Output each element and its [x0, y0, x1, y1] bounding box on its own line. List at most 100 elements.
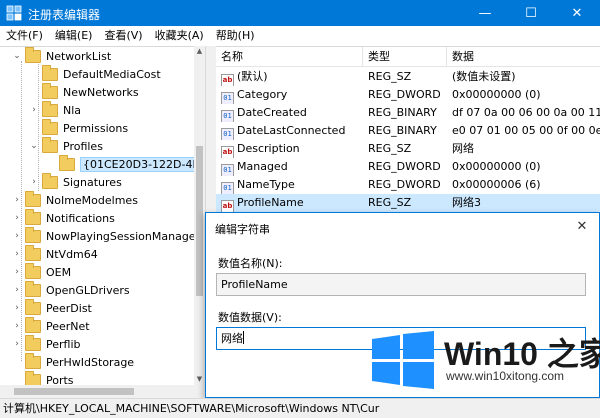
- site-watermark: Win10 之家 www.win10xitong.com: [362, 325, 600, 398]
- window-title: 注册表编辑器: [28, 8, 101, 22]
- chevron-right-icon[interactable]: ›: [12, 195, 22, 205]
- value-data-text: 网络: [221, 332, 243, 345]
- value-name: Category: [237, 88, 288, 101]
- binary-value-icon: 01: [221, 128, 234, 140]
- tree-item-peernet[interactable]: › PeerNet: [12, 316, 90, 335]
- value-row[interactable]: ab (默认) REG_SZ (数值未设置): [216, 68, 600, 86]
- chevron-down-icon[interactable]: ⌄: [29, 141, 39, 151]
- chevron-right-icon[interactable]: ›: [12, 267, 22, 277]
- chevron-right-icon[interactable]: ›: [12, 231, 22, 241]
- menu-file[interactable]: 文件(F): [0, 26, 49, 46]
- value-name: Description: [237, 142, 300, 155]
- folder-icon: [25, 226, 41, 243]
- chevron-right-icon[interactable]: ›: [12, 249, 22, 259]
- tree-item-perhwidstorage[interactable]: PerHwIdStorage: [12, 352, 134, 371]
- tree-item-nla[interactable]: › Nla: [29, 100, 81, 119]
- tree-item-label: {01CE20D3-122D-4EF0-: [80, 156, 205, 172]
- tree-item-label: NowPlayingSessionManager: [46, 229, 201, 243]
- maximize-button[interactable]: ☐: [508, 0, 554, 26]
- folder-icon: [42, 136, 58, 153]
- value-type: REG_DWORD: [368, 88, 441, 101]
- tree-item-oem[interactable]: › OEM: [12, 262, 72, 281]
- menu-help[interactable]: 帮助(H): [210, 26, 261, 46]
- value-row[interactable]: 01 Category REG_DWORD 0x00000000 (0): [216, 86, 600, 104]
- value-row[interactable]: 01 Managed REG_DWORD 0x00000000 (0): [216, 158, 600, 176]
- text-caret: [243, 331, 244, 344]
- registry-editor-icon: [6, 5, 22, 21]
- chevron-down-icon[interactable]: ⌄: [12, 51, 22, 61]
- scroll-up-icon[interactable]: ▲: [194, 46, 205, 57]
- menu-view[interactable]: 查看(V): [98, 26, 148, 46]
- folder-icon: [42, 82, 58, 99]
- tree-item-ntvdm64[interactable]: › NtVdm64: [12, 244, 98, 263]
- minimize-button[interactable]: —: [462, 0, 508, 26]
- folder-icon: [42, 172, 58, 189]
- value-data: df 07 0a 00 06 00 0a 00 11 0: [452, 106, 600, 119]
- tree-vertical-scrollbar[interactable]: ▲ ▼: [194, 46, 205, 385]
- chevron-right-icon[interactable]: ›: [12, 339, 22, 349]
- string-value-icon: ab: [221, 74, 234, 86]
- scroll-thumb[interactable]: [14, 388, 134, 395]
- menu-edit[interactable]: 编辑(E): [49, 26, 99, 46]
- menu-favorites[interactable]: 收藏夹(A): [149, 26, 210, 46]
- folder-icon: [25, 190, 41, 207]
- value-row-selected[interactable]: ab ProfileName REG_SZ 网络3: [216, 194, 600, 212]
- tree-item-signatures[interactable]: › Signatures: [29, 172, 122, 191]
- tree-item-permissions[interactable]: Permissions: [29, 118, 128, 137]
- tree-item-peerdist[interactable]: › PeerDist: [12, 298, 92, 317]
- dialog-close-button[interactable]: ✕: [573, 218, 591, 236]
- chevron-right-icon[interactable]: ›: [12, 321, 22, 331]
- value-type: REG_SZ: [368, 196, 412, 209]
- column-header-data[interactable]: 数据: [447, 47, 600, 67]
- tree-item-label: Signatures: [63, 175, 122, 189]
- tree-item-defaultmediacost[interactable]: DefaultMediaCost: [29, 64, 161, 83]
- tree-item-label: Notifications: [46, 211, 115, 225]
- folder-icon: [25, 208, 41, 225]
- binary-value-icon: 01: [221, 110, 234, 122]
- value-type: REG_BINARY: [368, 106, 437, 119]
- folder-icon: [25, 47, 41, 63]
- folder-icon: [25, 316, 41, 333]
- tree-item-label: PeerNet: [46, 319, 90, 333]
- tree-item-networklist[interactable]: ⌄ NetworkList: [12, 47, 111, 65]
- tree-item-label: OpenGLDrivers: [46, 283, 130, 297]
- tree-item-profile-guid[interactable]: {01CE20D3-122D-4EF0-: [46, 154, 205, 173]
- scroll-thumb[interactable]: [196, 146, 203, 296]
- tree-item-label: NtVdm64: [46, 247, 98, 261]
- chevron-right-icon[interactable]: ›: [12, 303, 22, 313]
- column-header-type[interactable]: 类型: [363, 47, 447, 67]
- string-value-icon: ab: [221, 200, 234, 212]
- value-type: REG_BINARY: [368, 124, 437, 137]
- column-header-name[interactable]: 名称: [216, 47, 363, 67]
- folder-icon: [25, 298, 41, 315]
- tree-item-profiles[interactable]: ⌄ Profiles: [29, 136, 103, 155]
- title-bar: 注册表编辑器 — ☐ ✕: [0, 0, 600, 26]
- status-bar: 计算机\HKEY_LOCAL_MACHINE\SOFTWARE\Microsof…: [0, 398, 600, 418]
- folder-icon: [59, 154, 75, 171]
- folder-icon: [25, 244, 41, 261]
- folder-icon: [25, 280, 41, 297]
- tree-item-nowplayingsessionmanager[interactable]: › NowPlayingSessionManager: [12, 226, 201, 245]
- tree-item-perflib[interactable]: › Perflib: [12, 334, 81, 353]
- scroll-down-icon[interactable]: ▼: [194, 374, 205, 385]
- close-button[interactable]: ✕: [554, 0, 600, 26]
- tree-item-newnetworks[interactable]: NewNetworks: [29, 82, 139, 101]
- value-row[interactable]: 01 DateCreated REG_BINARY df 07 0a 00 06 …: [216, 104, 600, 122]
- folder-icon: [25, 262, 41, 279]
- value-name-field[interactable]: ProfileName: [216, 273, 586, 296]
- tree-item-noimemodelmes[interactable]: › NoImeModelmes: [12, 190, 138, 209]
- tree-horizontal-scrollbar[interactable]: [0, 385, 205, 398]
- windows-logo-icon: [372, 331, 434, 389]
- tree-item-label: OEM: [46, 265, 72, 279]
- chevron-right-icon[interactable]: ›: [29, 177, 39, 187]
- chevron-right-icon[interactable]: ›: [29, 105, 39, 115]
- value-row[interactable]: 01 DateLastConnected REG_BINARY e0 07 01 …: [216, 122, 600, 140]
- chevron-right-icon[interactable]: ›: [12, 213, 22, 223]
- chevron-right-icon[interactable]: ›: [12, 285, 22, 295]
- tree-item-label: Profiles: [63, 139, 103, 153]
- tree-item-opengldrivers[interactable]: › OpenGLDrivers: [12, 280, 130, 299]
- value-name-text: ProfileName: [221, 278, 288, 291]
- value-row[interactable]: 01 NameType REG_DWORD 0x00000006 (6): [216, 176, 600, 194]
- tree-item-notifications[interactable]: › Notifications: [12, 208, 115, 227]
- value-row[interactable]: ab Description REG_SZ 网络: [216, 140, 600, 158]
